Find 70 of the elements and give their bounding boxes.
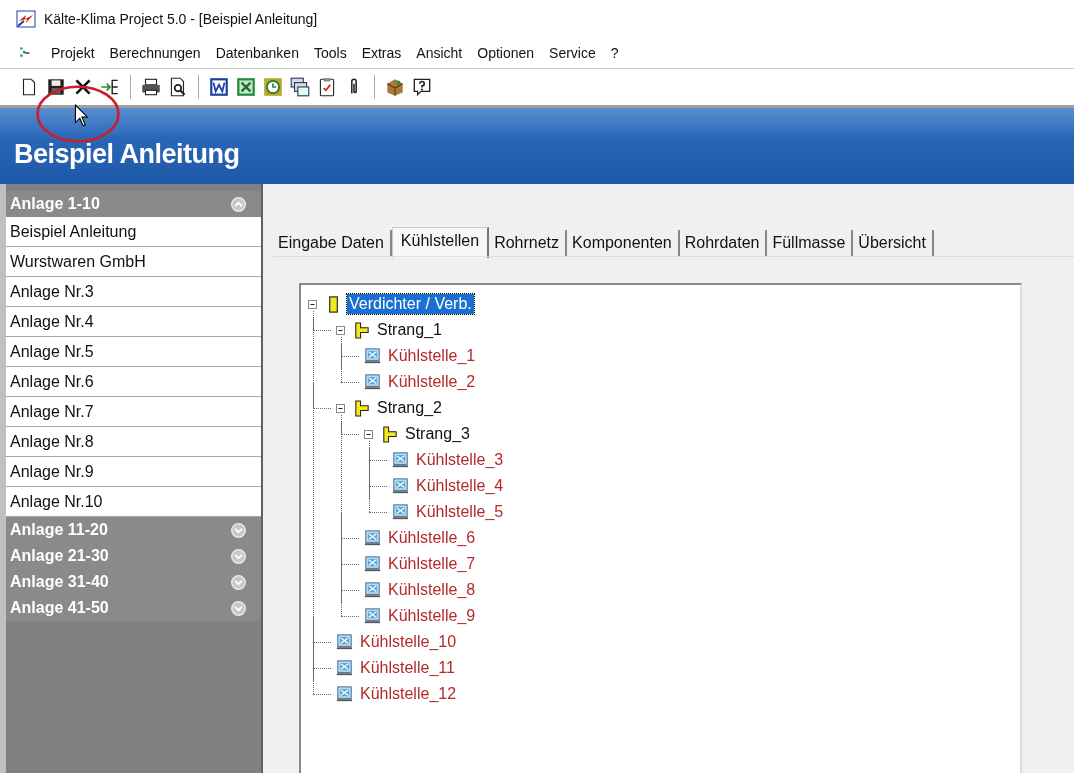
spreadsheet-app-icon[interactable]: [235, 76, 257, 98]
menu-item[interactable]: Datenbanken: [208, 45, 307, 61]
tree-item[interactable]: Kühlstelle_8: [386, 580, 478, 600]
tree-item[interactable]: Strang_2: [375, 398, 444, 418]
sidebar-item[interactable]: Anlage Nr.10: [6, 487, 261, 517]
sidebar-item[interactable]: Anlage Nr.4: [6, 307, 261, 337]
tree-item[interactable]: Kühlstelle_2: [386, 372, 478, 392]
branch-icon: [352, 398, 371, 418]
tab[interactable]: Übersicht: [853, 230, 934, 256]
printer-icon[interactable]: [140, 76, 162, 98]
tree-item[interactable]: Strang_3: [403, 424, 472, 444]
cooling-point-icon: [363, 528, 382, 548]
collapse-box-icon[interactable]: [363, 428, 374, 440]
menu-item[interactable]: Berechnungen: [102, 45, 209, 61]
cooling-point-icon: [335, 684, 354, 704]
cooling-point-icon: [363, 580, 382, 600]
cooling-point-icon: [363, 554, 382, 574]
sidebar-item[interactable]: Beispiel Anleitung: [6, 217, 261, 247]
tab[interactable]: Füllmasse: [767, 230, 854, 256]
tree-item[interactable]: Kühlstelle_9: [386, 606, 478, 626]
tree-item[interactable]: Kühlstelle_6: [386, 528, 478, 548]
menu-item[interactable]: Projekt: [44, 45, 103, 61]
collapse-box-icon[interactable]: [335, 402, 346, 414]
menu-item[interactable]: Tools: [306, 45, 355, 61]
sidebar-item[interactable]: Anlage Nr.8: [6, 427, 261, 457]
cooling-point-icon: [391, 502, 410, 522]
tree-item[interactable]: Strang_1: [375, 320, 444, 340]
tree-item[interactable]: Kühlstelle_10: [358, 632, 459, 652]
sidebar-item[interactable]: Anlage Nr.7: [6, 397, 261, 427]
header-title: Beispiel Anleitung: [14, 139, 240, 170]
cooling-point-icon: [335, 632, 354, 652]
cooling-point-icon: [335, 658, 354, 678]
tree-item[interactable]: Kühlstelle_11: [358, 658, 457, 678]
tree-item[interactable]: Verdichter / Verb.: [347, 294, 474, 314]
tree-item[interactable]: Kühlstelle_1: [386, 346, 478, 366]
cooling-point-icon: [391, 450, 410, 470]
tab[interactable]: Rohrdaten: [679, 230, 768, 256]
sidebar-item[interactable]: Anlage Nr.6: [6, 367, 261, 397]
cooling-point-icon: [363, 372, 382, 392]
window-title: Kälte-Klima Project 5.0 - [Beispiel Anleitung]: [44, 11, 318, 27]
sidebar-item[interactable]: Anlage Nr.5: [6, 337, 261, 367]
app-logo-icon: [16, 9, 36, 29]
menu-item[interactable]: Service: [542, 45, 604, 61]
windows-icon[interactable]: [289, 76, 311, 98]
tab[interactable]: Kühlstellen: [391, 227, 490, 258]
menu-item[interactable]: ?: [603, 45, 627, 61]
menu-item[interactable]: Ansicht: [409, 45, 471, 61]
tree-item[interactable]: Kühlstelle_5: [414, 502, 506, 522]
clock-icon[interactable]: [262, 76, 284, 98]
sidebar-item[interactable]: Wurstwaren GmbH: [6, 247, 261, 277]
branch-icon: [352, 320, 371, 340]
menu-item[interactable]: Extras: [354, 45, 410, 61]
branch-icon: [380, 424, 399, 444]
tab[interactable]: Rohrnetz: [489, 230, 568, 256]
cooling-point-icon: [363, 346, 382, 366]
tree-item[interactable]: Kühlstelle_3: [414, 450, 506, 470]
sidebar-item[interactable]: Anlage Nr.3: [6, 277, 261, 307]
cooling-point-icon: [391, 476, 410, 496]
cursor-icon: [74, 104, 90, 128]
collapse-box-icon[interactable]: [335, 324, 346, 336]
cooling-point-icon: [363, 606, 382, 626]
sidebar-item[interactable]: Anlage Nr.9: [6, 457, 261, 487]
tab[interactable]: Komponenten: [567, 230, 680, 256]
tree-item[interactable]: Kühlstelle_4: [414, 476, 506, 496]
tree-item[interactable]: Kühlstelle_12: [358, 684, 459, 704]
document-app-icon[interactable]: [208, 76, 230, 98]
tree-item[interactable]: Kühlstelle_7: [386, 554, 478, 574]
menu-item[interactable]: Optionen: [470, 45, 543, 61]
collapse-box-icon[interactable]: [307, 298, 318, 310]
help-icon[interactable]: [411, 76, 433, 98]
